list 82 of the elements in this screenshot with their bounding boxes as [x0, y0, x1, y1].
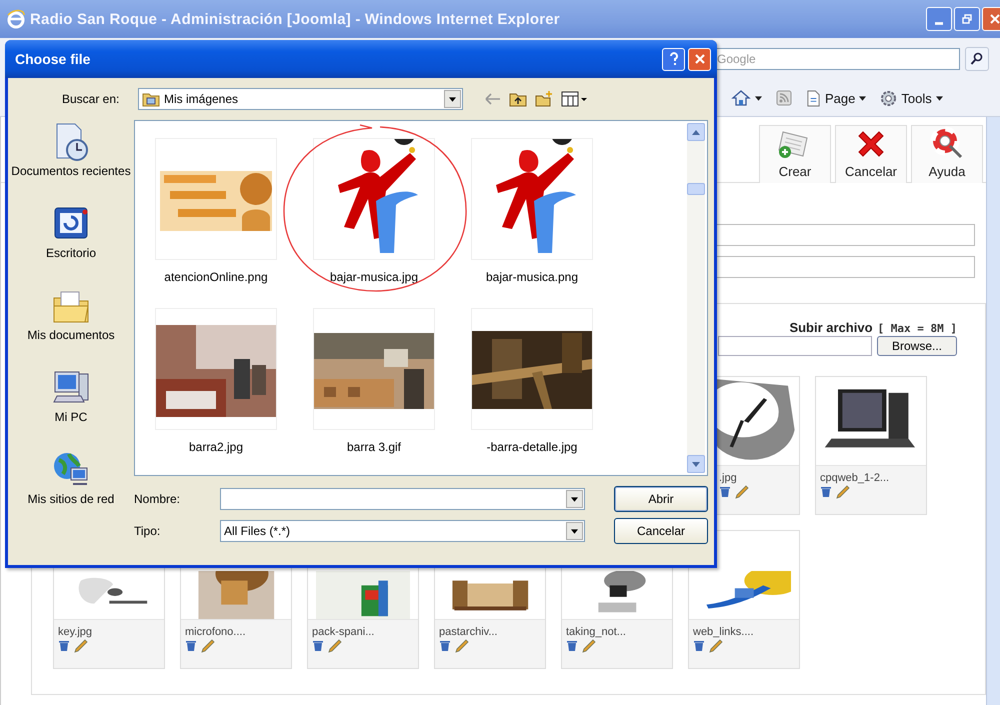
caret-icon: [449, 96, 456, 102]
up-arrow-icon: [692, 130, 700, 134]
help-button[interactable]: Ayuda: [911, 125, 983, 183]
trash-icon[interactable]: [820, 486, 832, 498]
desktop-place[interactable]: Escritorio: [8, 204, 134, 282]
upload-label: Subir archivo: [789, 320, 873, 335]
trash-icon[interactable]: [693, 640, 705, 652]
browser-logo-icon: [6, 9, 26, 29]
pencil-icon[interactable]: [328, 639, 342, 653]
file-name: pastarchiv...: [439, 626, 498, 638]
restore-button[interactable]: [954, 7, 980, 31]
file-type-dropdown[interactable]: All Files (*.*): [220, 520, 585, 542]
documents-place[interactable]: Mis documentos: [8, 286, 134, 364]
minimize-icon: [935, 22, 943, 24]
house-icon: [731, 89, 751, 107]
page-icon: [806, 90, 821, 106]
cancel-button[interactable]: Cancelar: [835, 125, 907, 183]
down-arrow-icon: [692, 462, 700, 466]
tools-menu[interactable]: Tools: [877, 88, 946, 108]
pencil-icon[interactable]: [582, 639, 596, 653]
computer-place[interactable]: Mi PC: [8, 368, 134, 446]
trash-icon[interactable]: [439, 640, 451, 652]
file-name: pack-spani...: [312, 626, 376, 638]
trash-icon[interactable]: [312, 640, 324, 652]
close-icon: [694, 53, 706, 65]
caret-icon: [571, 496, 578, 502]
file-name-field[interactable]: [220, 488, 585, 510]
open-button[interactable]: Abrir: [614, 486, 708, 512]
trash-icon[interactable]: [566, 640, 578, 652]
help-button[interactable]: [662, 48, 685, 70]
media-card[interactable]: cpqweb_1-2...: [815, 376, 927, 515]
name-label: Nombre:: [134, 492, 182, 506]
file-path-field[interactable]: [718, 336, 872, 356]
search-button[interactable]: [965, 47, 989, 71]
caret-icon: [571, 528, 578, 534]
network-place[interactable]: Mis sitios de red: [8, 450, 134, 528]
look-in-label: Buscar en:: [62, 92, 120, 106]
scrollbar[interactable]: [687, 123, 705, 473]
cancel-button[interactable]: Cancelar: [614, 518, 708, 544]
gear-icon: [880, 90, 898, 106]
caret-icon: [936, 96, 943, 100]
trash-icon[interactable]: [58, 640, 70, 652]
file-name: taking_not...: [566, 626, 627, 638]
pencil-icon[interactable]: [455, 639, 469, 653]
folder-icon: [142, 91, 160, 107]
view-menu-icon[interactable]: [561, 91, 587, 107]
file-name: key.jpg: [58, 626, 94, 638]
lifebuoy-icon: [930, 126, 964, 160]
file-name: microfono....: [185, 626, 247, 638]
feed-icon: [776, 90, 792, 106]
close-button[interactable]: [688, 48, 711, 70]
window-title: Radio San Roque - Administración [Joomla] - Windows Internet Explorer: [30, 10, 560, 28]
file-name: cpqweb_1-2...: [820, 472, 890, 484]
search-icon: [970, 52, 984, 66]
minimize-button[interactable]: [926, 7, 952, 31]
up-folder-icon[interactable]: [509, 91, 527, 107]
pencil-icon[interactable]: [74, 639, 88, 653]
file-name: .jpg: [719, 472, 738, 484]
question-icon: [668, 52, 680, 66]
scroll-thumb[interactable]: [687, 183, 705, 195]
dialog-title: Choose file: [15, 51, 92, 67]
pencil-icon[interactable]: [709, 639, 723, 653]
pencil-icon[interactable]: [201, 639, 215, 653]
size-limit: [ Max = 8M ]: [878, 322, 957, 335]
new-folder-icon[interactable]: [535, 91, 553, 107]
caret-icon: [859, 96, 866, 100]
browse-button[interactable]: Browse...: [877, 336, 957, 356]
pencil-icon[interactable]: [735, 485, 749, 499]
pencil-icon[interactable]: [836, 485, 850, 499]
page-menu[interactable]: Page: [803, 88, 870, 108]
folder-dropdown[interactable]: Mis imágenes: [138, 88, 463, 110]
restore-icon: [962, 14, 972, 24]
new-button[interactable]: Crear: [759, 125, 831, 183]
recent-place[interactable]: Documentos recientes: [8, 122, 134, 200]
file-name: web_links....: [693, 626, 755, 638]
trash-icon[interactable]: [719, 486, 731, 498]
media-card[interactable]: web_links....: [688, 530, 800, 669]
trash-icon[interactable]: [185, 640, 197, 652]
scrollbar[interactable]: [986, 117, 1000, 705]
caret-icon: [755, 96, 762, 100]
back-icon[interactable]: [485, 93, 501, 105]
close-icon: [990, 14, 1000, 24]
